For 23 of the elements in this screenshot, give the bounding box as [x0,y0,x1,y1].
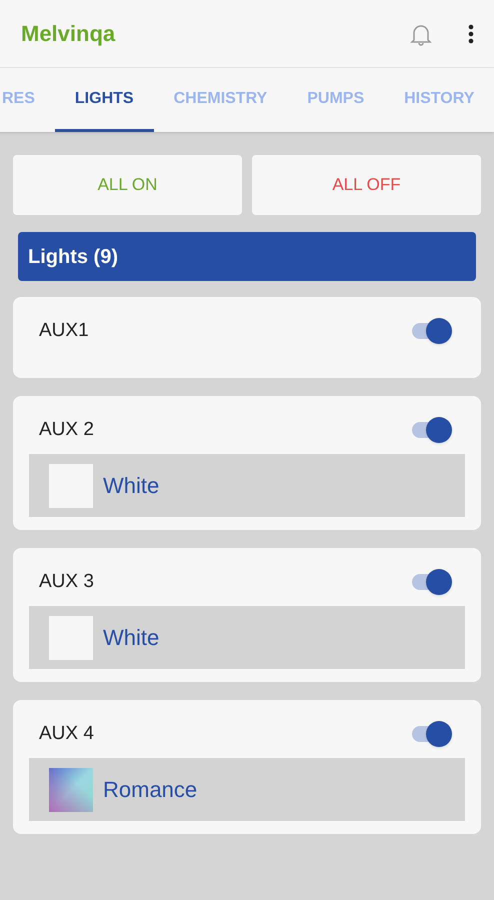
color-name: Romance [103,776,198,804]
app-title: Melvinqa [21,20,116,48]
more-icon[interactable] [468,24,474,44]
tab[interactable]: LIGHTS [54,68,154,132]
section-header: Lights (9) [18,232,476,281]
action-button[interactable]: ALL ON [13,155,242,215]
color-name: White [103,472,160,500]
light-name: AUX1 [39,318,90,343]
color-row[interactable]: Romance [29,758,465,821]
tab[interactable]: PUMPS [287,68,384,132]
light-name: AUX 4 [39,722,95,746]
color-row[interactable]: White [29,606,465,669]
color-row[interactable]: White [29,454,465,517]
light-name: AUX 3 [39,570,95,594]
color-swatch [49,616,93,660]
color-name: White [103,624,160,652]
color-swatch [49,768,93,812]
action-button[interactable]: ALL OFF [252,155,481,215]
light-name: AUX 2 [39,418,95,442]
tab[interactable]: CHEMISTRY [154,68,288,132]
tab[interactable]: RES [0,68,55,132]
color-swatch [49,464,93,508]
tab[interactable]: HISTORY [384,68,494,132]
